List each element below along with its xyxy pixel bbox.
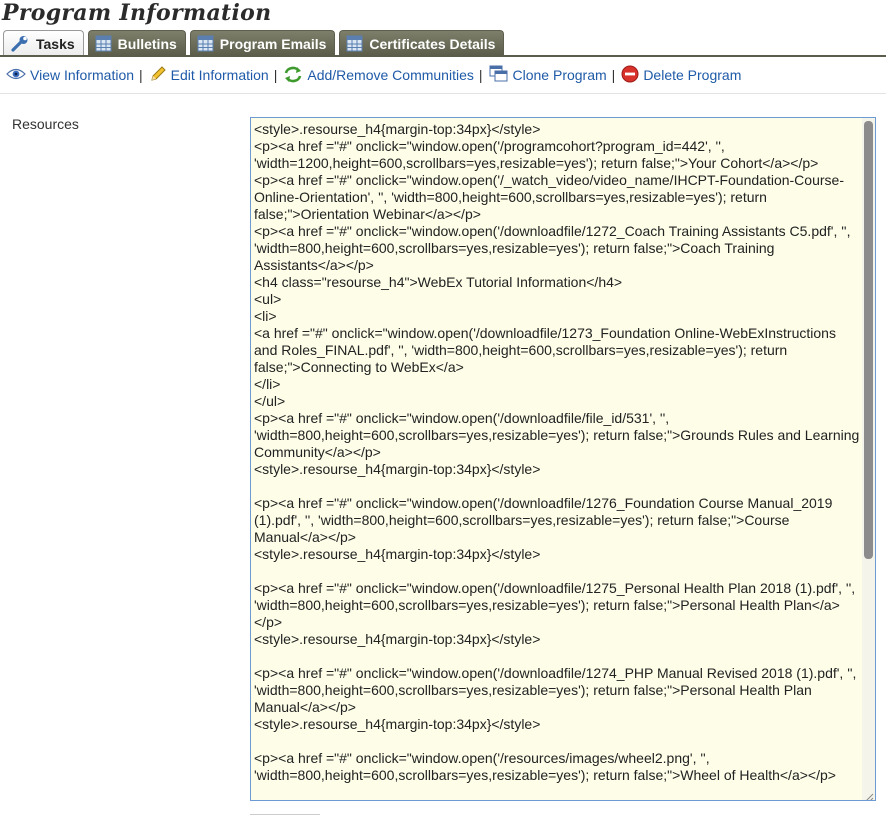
- tab-tasks-label: Tasks: [36, 35, 75, 52]
- delete-program-label: Delete Program: [643, 67, 742, 83]
- wrench-icon: [10, 35, 30, 53]
- tab-certificates-details[interactable]: Certificates Details: [339, 30, 505, 56]
- tab-program-emails-label: Program Emails: [219, 35, 327, 52]
- delete-icon: [621, 65, 639, 86]
- tab-tasks[interactable]: Tasks: [3, 30, 84, 56]
- tab-bulletins-label: Bulletins: [117, 35, 177, 52]
- textarea-scrollbar[interactable]: [862, 118, 875, 800]
- tab-program-emails[interactable]: Program Emails: [189, 30, 336, 56]
- pencil-icon: [149, 65, 167, 86]
- tab-bar: Tasks Bulletins Program Emails Certifica…: [3, 30, 505, 56]
- clone-program-label: Clone Program: [512, 67, 607, 83]
- resources-label: Resources: [12, 116, 79, 132]
- toolbar-separator: |: [611, 67, 616, 83]
- tab-bulletins[interactable]: Bulletins: [87, 30, 186, 56]
- bottom-divider: [250, 814, 320, 815]
- scrollbar-thumb[interactable]: [864, 121, 873, 559]
- toolbar-separator: |: [478, 67, 483, 83]
- toolbar-separator: |: [139, 67, 143, 83]
- table-icon: [95, 35, 112, 52]
- edit-information-link[interactable]: Edit Information: [149, 65, 269, 86]
- tab-certificates-details-label: Certificates Details: [369, 35, 496, 52]
- add-remove-communities-label: Add/Remove Communities: [307, 67, 474, 83]
- eye-icon: [6, 67, 26, 84]
- resources-textarea[interactable]: <style>.resourse_h4{margin-top:34px}</st…: [250, 117, 876, 801]
- action-toolbar: View Information | Edit Information | Ad…: [0, 57, 886, 94]
- clone-program-link[interactable]: Clone Program: [489, 65, 607, 86]
- clone-windows-icon: [489, 65, 509, 86]
- delete-program-link[interactable]: Delete Program: [621, 65, 741, 86]
- resize-handle-icon[interactable]: [864, 789, 874, 800]
- resources-textarea-content[interactable]: <style>.resourse_h4{margin-top:34px}</st…: [251, 118, 863, 800]
- add-remove-communities-link[interactable]: Add/Remove Communities: [283, 65, 474, 86]
- toolbar-separator: |: [273, 67, 278, 83]
- edit-information-label: Edit Information: [170, 67, 269, 83]
- page-title: Program Information: [2, 0, 272, 26]
- view-information-link[interactable]: View Information: [6, 67, 134, 84]
- table-icon: [197, 35, 214, 52]
- refresh-icon: [283, 65, 303, 86]
- view-information-label: View Information: [30, 67, 135, 83]
- table-icon: [346, 35, 363, 52]
